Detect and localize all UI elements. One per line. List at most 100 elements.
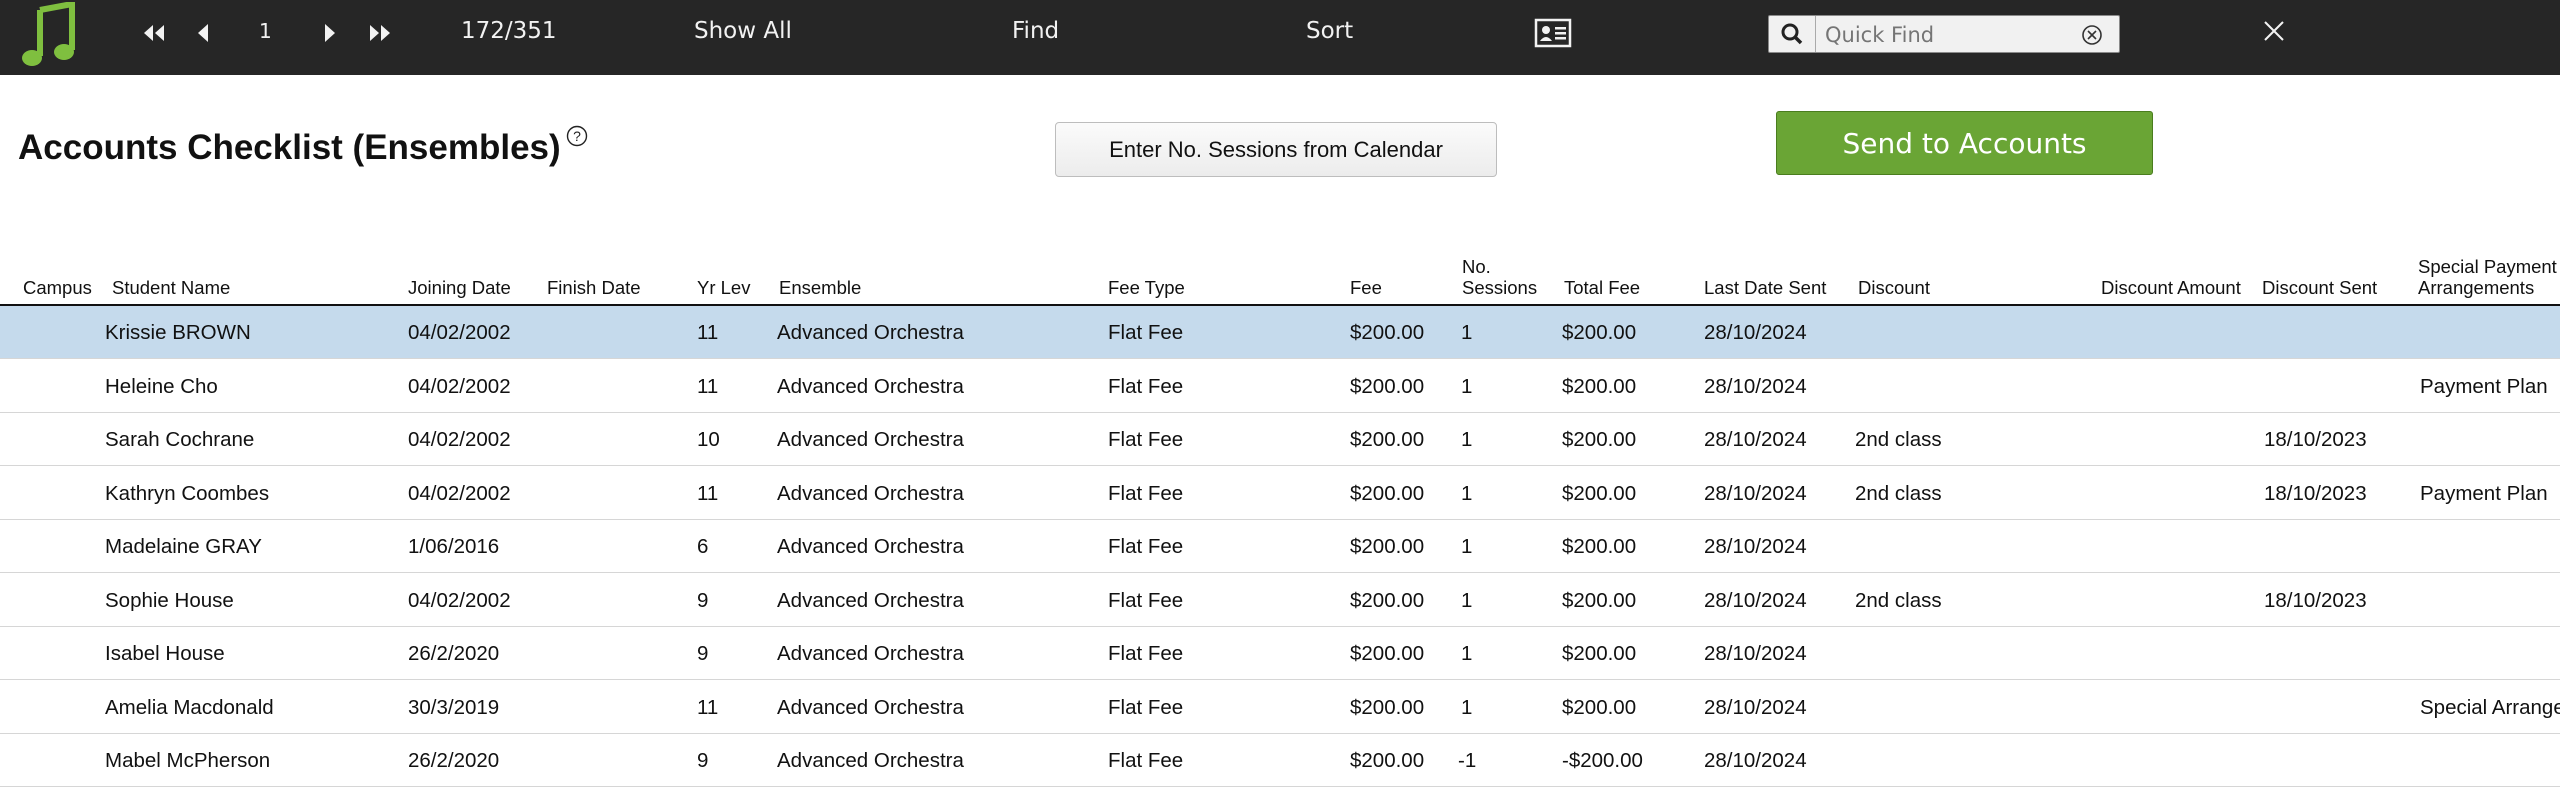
table-row[interactable]: Sophie House 04/02/2002 9 Advanced Orche… xyxy=(0,574,2560,627)
cell-joining-date[interactable]: 04/02/2002 xyxy=(408,306,511,359)
cell-student-name[interactable]: Heleine Cho xyxy=(105,360,218,413)
cell-fee[interactable]: $200.00 xyxy=(1350,734,1424,787)
cell-special-arrangements[interactable]: Payment Plan xyxy=(2420,467,2548,520)
table-row[interactable]: Krissie BROWN 04/02/2002 11 Advanced Orc… xyxy=(0,306,2560,359)
cell-special-arrangements[interactable]: Special Arrange xyxy=(2420,681,2560,734)
cell-ensemble[interactable]: Advanced Orchestra xyxy=(777,574,964,627)
cell-special-arrangements[interactable]: Payment Plan xyxy=(2420,360,2548,413)
cell-last-date-sent[interactable]: 28/10/2024 xyxy=(1704,360,1807,413)
show-all-button[interactable]: Show All xyxy=(694,18,792,44)
col-student-name[interactable]: Student Name xyxy=(112,277,230,298)
cell-ensemble[interactable]: Advanced Orchestra xyxy=(777,360,964,413)
cell-fee[interactable]: $200.00 xyxy=(1350,520,1424,573)
cell-total-fee[interactable]: $200.00 xyxy=(1562,413,1636,466)
cell-discount[interactable]: 2nd class xyxy=(1855,413,1942,466)
send-to-accounts-button[interactable]: Send to Accounts xyxy=(1776,111,2153,175)
cell-fee[interactable]: $200.00 xyxy=(1350,574,1424,627)
cell-yr-lev[interactable]: 9 xyxy=(697,734,708,787)
help-icon[interactable]: ? xyxy=(566,125,588,147)
cell-yr-lev[interactable]: 11 xyxy=(697,360,718,413)
cell-last-date-sent[interactable]: 28/10/2024 xyxy=(1704,520,1807,573)
col-fee-type[interactable]: Fee Type xyxy=(1108,277,1185,298)
col-discount-amount[interactable]: Discount Amount xyxy=(2101,277,2241,298)
search-icon[interactable] xyxy=(1769,16,1816,52)
quick-find-box[interactable] xyxy=(1768,15,2120,53)
col-sessions-line1[interactable]: No. xyxy=(1462,256,1491,277)
cell-ensemble[interactable]: Advanced Orchestra xyxy=(777,413,964,466)
col-last-date-sent[interactable]: Last Date Sent xyxy=(1704,277,1826,298)
table-row[interactable]: Heleine Cho 04/02/2002 11 Advanced Orche… xyxy=(0,360,2560,413)
cell-yr-lev[interactable]: 11 xyxy=(697,681,718,734)
cell-fee[interactable]: $200.00 xyxy=(1350,413,1424,466)
col-special-line2[interactable]: Arrangements xyxy=(2418,277,2534,298)
cell-student-name[interactable]: Sophie House xyxy=(105,574,234,627)
cell-yr-lev[interactable]: 10 xyxy=(697,413,720,466)
cell-last-date-sent[interactable]: 28/10/2024 xyxy=(1704,627,1807,680)
cell-joining-date[interactable]: 04/02/2002 xyxy=(408,574,511,627)
cell-sessions[interactable]: 1 xyxy=(1461,413,1472,466)
cell-total-fee[interactable]: -$200.00 xyxy=(1562,734,1643,787)
table-row[interactable]: Kathryn Coombes 04/02/2002 11 Advanced O… xyxy=(0,467,2560,520)
enter-sessions-button[interactable]: Enter No. Sessions from Calendar xyxy=(1055,122,1497,177)
cell-fee-type[interactable]: Flat Fee xyxy=(1108,306,1183,359)
previous-record-icon[interactable] xyxy=(196,22,210,44)
table-row[interactable]: Isabel House 26/2/2020 9 Advanced Orches… xyxy=(0,627,2560,680)
col-ensemble[interactable]: Ensemble xyxy=(779,277,861,298)
cell-last-date-sent[interactable]: 28/10/2024 xyxy=(1704,681,1807,734)
cell-joining-date[interactable]: 1/06/2016 xyxy=(408,520,499,573)
col-joining-date[interactable]: Joining Date xyxy=(408,277,511,298)
first-record-icon[interactable] xyxy=(142,22,166,44)
quick-find-input[interactable] xyxy=(1823,22,2047,48)
cell-student-name[interactable]: Kathryn Coombes xyxy=(105,467,269,520)
col-total-fee[interactable]: Total Fee xyxy=(1564,277,1640,298)
cell-yr-lev[interactable]: 11 xyxy=(697,467,718,520)
cell-fee[interactable]: $200.00 xyxy=(1350,627,1424,680)
cell-sessions[interactable]: 1 xyxy=(1461,627,1472,680)
col-yr-lev[interactable]: Yr Lev xyxy=(697,277,750,298)
cell-fee[interactable]: $200.00 xyxy=(1350,306,1424,359)
cell-joining-date[interactable]: 26/2/2020 xyxy=(408,627,499,680)
table-row[interactable]: Sarah Cochrane 04/02/2002 10 Advanced Or… xyxy=(0,413,2560,466)
cell-total-fee[interactable]: $200.00 xyxy=(1562,467,1636,520)
contact-card-icon[interactable] xyxy=(1534,17,1572,49)
cell-sessions[interactable]: 1 xyxy=(1461,574,1472,627)
next-record-icon[interactable] xyxy=(323,22,337,44)
cell-fee-type[interactable]: Flat Fee xyxy=(1108,520,1183,573)
cell-fee-type[interactable]: Flat Fee xyxy=(1108,734,1183,787)
col-discount[interactable]: Discount xyxy=(1858,277,1930,298)
col-fee[interactable]: Fee xyxy=(1350,277,1382,298)
cell-student-name[interactable]: Isabel House xyxy=(105,627,225,680)
cell-joining-date[interactable]: 26/2/2020 xyxy=(408,734,499,787)
col-sessions-line2[interactable]: Sessions xyxy=(1462,277,1537,298)
cell-ensemble[interactable]: Advanced Orchestra xyxy=(777,306,964,359)
clear-search-icon[interactable] xyxy=(2081,24,2103,46)
cell-last-date-sent[interactable]: 28/10/2024 xyxy=(1704,734,1807,787)
cell-sessions[interactable]: 1 xyxy=(1461,520,1472,573)
cell-yr-lev[interactable]: 9 xyxy=(697,574,708,627)
cell-sessions[interactable]: 1 xyxy=(1461,467,1472,520)
cell-fee-type[interactable]: Flat Fee xyxy=(1108,574,1183,627)
cell-student-name[interactable]: Amelia Macdonald xyxy=(105,681,274,734)
table-row[interactable]: Madelaine GRAY 1/06/2016 6 Advanced Orch… xyxy=(0,520,2560,573)
cell-last-date-sent[interactable]: 28/10/2024 xyxy=(1704,467,1807,520)
cell-discount-sent[interactable]: 18/10/2023 xyxy=(2264,574,2367,627)
cell-sessions[interactable]: 1 xyxy=(1461,360,1472,413)
table-row[interactable]: Amelia Macdonald 30/3/2019 11 Advanced O… xyxy=(0,681,2560,734)
record-number[interactable]: 1 xyxy=(259,19,272,43)
cell-student-name[interactable]: Mabel McPherson xyxy=(105,734,270,787)
cell-discount-sent[interactable]: 18/10/2023 xyxy=(2264,413,2367,466)
cell-discount[interactable]: 2nd class xyxy=(1855,574,1942,627)
cell-student-name[interactable]: Krissie BROWN xyxy=(105,306,251,359)
cell-ensemble[interactable]: Advanced Orchestra xyxy=(777,520,964,573)
cell-student-name[interactable]: Sarah Cochrane xyxy=(105,413,254,466)
cell-fee[interactable]: $200.00 xyxy=(1350,467,1424,520)
col-special-line1[interactable]: Special Payment xyxy=(2418,256,2557,277)
table-row[interactable]: Mabel McPherson 26/2/2020 9 Advanced Orc… xyxy=(0,734,2560,787)
col-campus[interactable]: Campus xyxy=(23,277,92,298)
cell-total-fee[interactable]: $200.00 xyxy=(1562,520,1636,573)
cell-sessions[interactable]: 1 xyxy=(1461,681,1472,734)
cell-fee-type[interactable]: Flat Fee xyxy=(1108,360,1183,413)
cell-fee-type[interactable]: Flat Fee xyxy=(1108,413,1183,466)
cell-ensemble[interactable]: Advanced Orchestra xyxy=(777,681,964,734)
cell-fee[interactable]: $200.00 xyxy=(1350,360,1424,413)
